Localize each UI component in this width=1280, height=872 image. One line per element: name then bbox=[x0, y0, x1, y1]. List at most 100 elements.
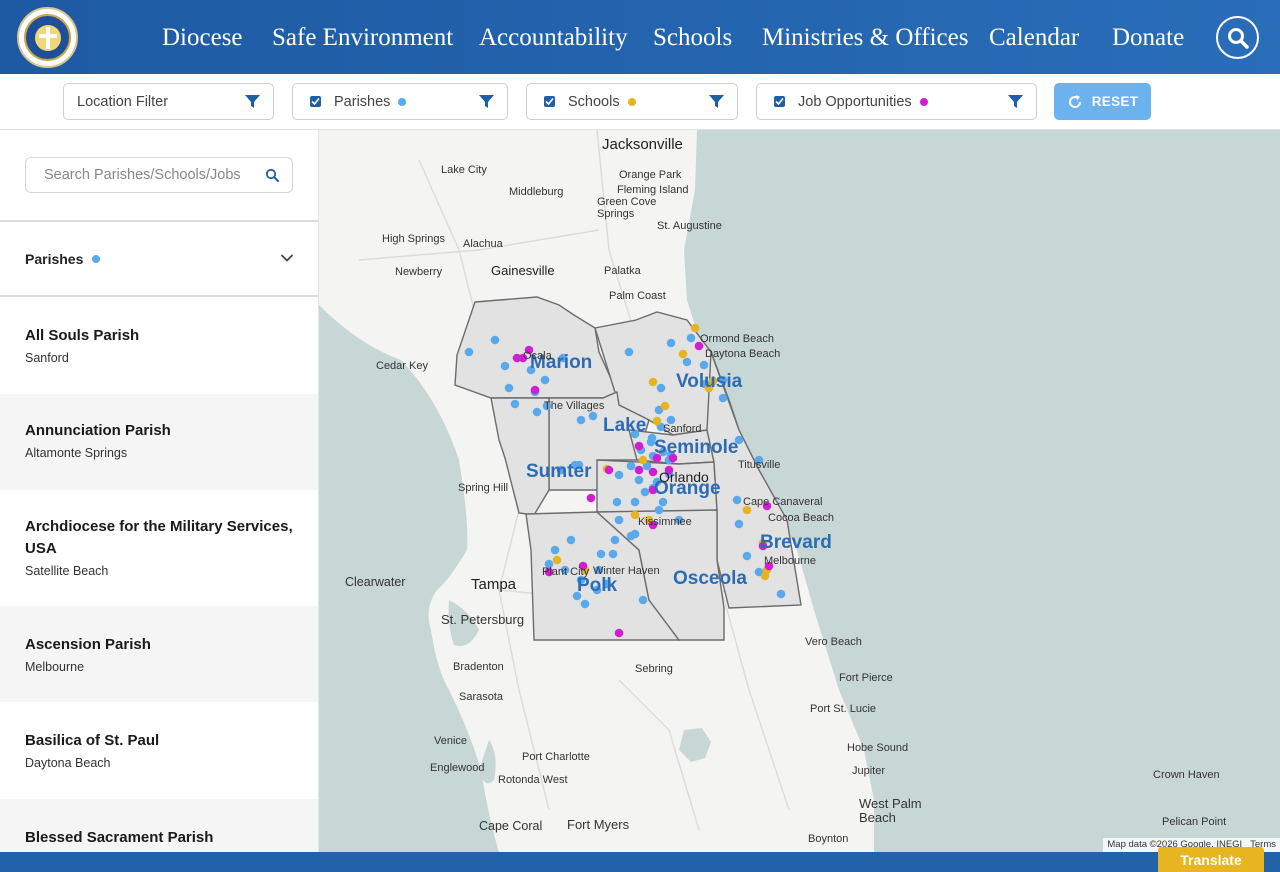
list-item[interactable]: Blessed Sacrament Parish bbox=[0, 799, 318, 852]
school-marker[interactable] bbox=[678, 349, 688, 359]
parish-marker[interactable] bbox=[588, 411, 598, 421]
parish-marker[interactable] bbox=[776, 589, 786, 599]
parish-name: Annunciation Parish bbox=[25, 422, 171, 439]
diocese-logo[interactable] bbox=[17, 7, 78, 68]
parish-marker[interactable] bbox=[630, 497, 640, 507]
school-marker[interactable] bbox=[652, 416, 662, 426]
parish-marker[interactable] bbox=[490, 335, 500, 345]
city-label: Rotonda West bbox=[498, 774, 568, 786]
parish-marker[interactable] bbox=[612, 497, 622, 507]
nav-safe-environment[interactable]: Safe Environment bbox=[272, 24, 453, 52]
parish-marker[interactable] bbox=[510, 399, 520, 409]
parish-marker[interactable] bbox=[464, 347, 474, 357]
county-label: Volusia bbox=[676, 371, 743, 392]
translate-button[interactable]: Translate bbox=[1158, 847, 1264, 872]
schools-filter-dropdown[interactable]: Schools bbox=[526, 83, 738, 120]
parishes-checkbox[interactable] bbox=[310, 96, 321, 107]
job-marker[interactable] bbox=[614, 628, 624, 638]
city-label: Winter Haven bbox=[593, 565, 660, 577]
school-marker[interactable] bbox=[648, 377, 658, 387]
location-filter-label: Location Filter bbox=[77, 93, 169, 110]
parish-marker[interactable] bbox=[732, 495, 742, 505]
city-label: Fort Myers bbox=[567, 817, 630, 832]
school-marker[interactable] bbox=[760, 571, 770, 581]
sidebar-search-input[interactable]: Search Parishes/Schools/Jobs bbox=[25, 157, 293, 193]
parish-marker[interactable] bbox=[654, 505, 664, 515]
city-label: Sanford bbox=[663, 423, 702, 435]
list-item[interactable]: Basilica of St. Paul Daytona Beach bbox=[0, 702, 318, 799]
city-label: St. Augustine bbox=[657, 220, 722, 232]
list-item[interactable]: Archdiocese for the Military Services, U… bbox=[0, 490, 318, 606]
jobs-checkbox[interactable] bbox=[774, 96, 785, 107]
parish-marker[interactable] bbox=[504, 383, 514, 393]
city-label: Port St. Lucie bbox=[810, 703, 877, 715]
parish-marker[interactable] bbox=[626, 461, 636, 471]
parish-marker[interactable] bbox=[742, 551, 752, 561]
job-marker[interactable] bbox=[634, 465, 644, 475]
parish-marker[interactable] bbox=[596, 549, 606, 559]
nav-calendar[interactable]: Calendar bbox=[989, 24, 1079, 52]
nav-ministries-offices[interactable]: Ministries & Offices bbox=[762, 24, 968, 52]
list-item[interactable]: All Souls Parish Sanford bbox=[0, 299, 318, 394]
parish-name: All Souls Parish bbox=[25, 327, 140, 344]
job-marker[interactable] bbox=[530, 385, 540, 395]
parish-marker[interactable] bbox=[630, 529, 640, 539]
parish-marker[interactable] bbox=[500, 361, 510, 371]
map-view[interactable]: Marion Volusia Lake Seminole Sumter Oran… bbox=[319, 130, 1280, 852]
parish-marker[interactable] bbox=[614, 470, 624, 480]
city-label: Port Charlotte bbox=[522, 751, 590, 763]
parish-marker[interactable] bbox=[576, 415, 586, 425]
nav-accountability[interactable]: Accountability bbox=[479, 24, 628, 52]
parish-marker[interactable] bbox=[540, 375, 550, 385]
parish-marker[interactable] bbox=[614, 515, 624, 525]
parishes-section-header[interactable]: Parishes bbox=[0, 220, 318, 297]
parish-marker[interactable] bbox=[699, 360, 709, 370]
parish-marker[interactable] bbox=[610, 535, 620, 545]
city-label: Venice bbox=[434, 735, 468, 747]
list-item[interactable]: Ascension Parish Melbourne bbox=[0, 606, 318, 702]
job-marker[interactable] bbox=[586, 493, 596, 503]
location-filter-dropdown[interactable]: Location Filter bbox=[63, 83, 274, 120]
site-search-button[interactable] bbox=[1216, 16, 1259, 59]
parish-marker[interactable] bbox=[656, 383, 666, 393]
parish-marker[interactable] bbox=[550, 545, 560, 555]
school-marker[interactable] bbox=[638, 455, 648, 465]
city-label: Ormond Beach bbox=[700, 333, 774, 345]
nav-schools[interactable]: Schools bbox=[653, 24, 732, 52]
parish-marker[interactable] bbox=[608, 549, 618, 559]
nav-donate[interactable]: Donate bbox=[1112, 24, 1184, 52]
job-marker[interactable] bbox=[634, 441, 644, 451]
city-label: Sebring bbox=[635, 663, 673, 675]
jobs-filter-dropdown[interactable]: Job Opportunities bbox=[756, 83, 1037, 120]
parish-name: Ascension Parish bbox=[25, 636, 151, 653]
city-label: Alachua bbox=[463, 238, 503, 250]
parish-marker[interactable] bbox=[580, 599, 590, 609]
school-marker[interactable] bbox=[660, 401, 670, 411]
parish-city: Altamonte Springs bbox=[25, 446, 128, 460]
reset-button[interactable]: RESET bbox=[1054, 83, 1151, 120]
parish-marker[interactable] bbox=[634, 475, 644, 485]
list-item[interactable]: Annunciation Parish Altamonte Springs bbox=[0, 394, 318, 490]
parish-marker[interactable] bbox=[666, 338, 676, 348]
city-label: Jacksonville bbox=[602, 136, 683, 153]
parish-marker[interactable] bbox=[718, 393, 728, 403]
school-marker[interactable] bbox=[552, 555, 562, 565]
parish-marker[interactable] bbox=[532, 407, 542, 417]
parishes-filter-dropdown[interactable]: Parishes bbox=[292, 83, 508, 120]
job-marker[interactable] bbox=[648, 467, 658, 477]
job-marker[interactable] bbox=[604, 465, 614, 475]
parish-city: Satellite Beach bbox=[25, 564, 109, 578]
county-label: Osceola bbox=[673, 568, 747, 589]
parish-marker[interactable] bbox=[624, 347, 634, 357]
school-marker[interactable] bbox=[690, 323, 700, 333]
parish-marker[interactable] bbox=[686, 333, 696, 343]
schools-checkbox[interactable] bbox=[544, 96, 555, 107]
parish-marker[interactable] bbox=[682, 357, 692, 367]
parish-name: Blessed Sacrament Parish bbox=[25, 829, 214, 846]
parish-city: Sanford bbox=[25, 351, 69, 365]
parish-marker[interactable] bbox=[640, 487, 650, 497]
parish-marker[interactable] bbox=[734, 519, 744, 529]
nav-diocese[interactable]: Diocese bbox=[162, 24, 243, 52]
parish-marker[interactable] bbox=[566, 535, 576, 545]
parish-marker[interactable] bbox=[638, 595, 648, 605]
